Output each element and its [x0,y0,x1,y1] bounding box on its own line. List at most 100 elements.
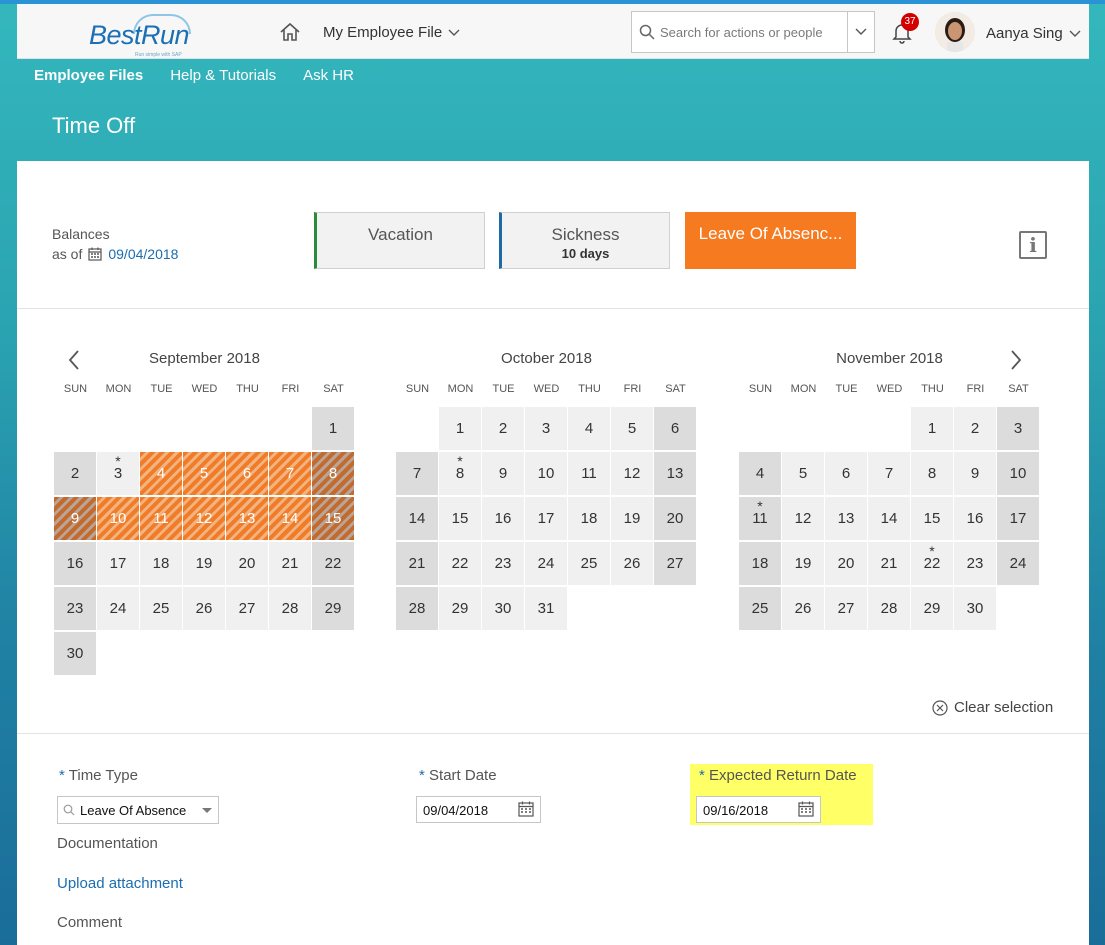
clear-selection-button[interactable]: Clear selection [932,699,1053,716]
calendar-day-cell[interactable]: 26 [183,587,225,630]
calendar-day-cell[interactable]: 7 [269,452,311,495]
calendar-day-cell[interactable]: 2 [954,407,996,450]
calendar-day-cell[interactable]: 4 [140,452,182,495]
calendar-day-cell[interactable]: 2 [54,452,96,495]
home-icon[interactable] [279,22,301,42]
calendar-day-cell[interactable]: 25 [739,587,781,630]
info-icon[interactable]: i [1019,231,1047,259]
start-date-field[interactable]: 09/04/2018 [416,796,541,823]
calendar-day-cell[interactable]: 16 [482,497,524,540]
calendar-day-cell[interactable]: 22 [439,542,481,585]
calendar-day-cell[interactable]: 29 [312,587,354,630]
nav-ask-hr[interactable]: Ask HR [303,67,354,84]
calendar-day-cell[interactable]: 31 [525,587,567,630]
calendar-day-cell[interactable]: 30 [482,587,524,630]
calendar-day-cell[interactable]: 13 [825,497,867,540]
calendar-day-cell[interactable]: 9 [54,497,96,540]
tile-leave-of-absence[interactable]: Leave Of Absenc... [685,212,856,269]
calendar-day-cell[interactable]: 3 [997,407,1039,450]
calendar-day-cell[interactable]: 24 [997,542,1039,585]
user-menu[interactable]: Aanya Sing [986,25,1081,42]
calendar-day-cell[interactable]: 27 [226,587,268,630]
calendar-day-cell[interactable]: 26 [782,587,824,630]
calendar-day-cell[interactable]: 17 [997,497,1039,540]
calendar-day-cell[interactable]: 18 [140,542,182,585]
calendar-icon[interactable] [88,247,102,261]
calendar-day-cell[interactable]: 29 [911,587,953,630]
calendar-day-cell[interactable]: 28 [396,587,438,630]
calendar-day-cell[interactable]: 5 [611,407,653,450]
calendar-day-cell[interactable]: 11 * [739,497,781,540]
calendar-day-cell[interactable]: 19 [183,542,225,585]
calendar-day-cell[interactable]: 6 [654,407,696,450]
calendar-day-cell[interactable]: 20 [825,542,867,585]
calendar-day-cell[interactable]: 23 [54,587,96,630]
calendar-day-cell[interactable]: 1 [439,407,481,450]
calendar-day-cell[interactable]: 5 [782,452,824,495]
calendar-day-cell[interactable]: 24 [525,542,567,585]
calendar-day-cell[interactable]: 14 [868,497,910,540]
calendar-day-cell[interactable]: 29 [439,587,481,630]
calendar-day-cell[interactable]: 23 [482,542,524,585]
calendar-day-cell[interactable]: 30 [954,587,996,630]
calendar-day-cell[interactable]: 15 [439,497,481,540]
calendar-day-cell[interactable]: 9 [954,452,996,495]
employee-file-menu[interactable]: My Employee File [323,24,460,41]
calendar-day-cell[interactable]: 5 [183,452,225,495]
calendar-day-cell[interactable]: 10 [525,452,567,495]
tile-vacation[interactable]: Vacation [314,212,485,269]
calendar-day-cell[interactable]: 25 [568,542,610,585]
calendar-day-cell[interactable]: 17 [525,497,567,540]
calendar-icon[interactable] [798,801,814,817]
calendar-day-cell[interactable]: 17 [97,542,139,585]
calendar-day-cell[interactable]: 8 [312,452,354,495]
calendar-day-cell[interactable]: 24 [97,587,139,630]
calendar-day-cell[interactable]: 10 [97,497,139,540]
calendar-day-cell[interactable]: 18 [568,497,610,540]
calendar-day-cell[interactable]: 26 [611,542,653,585]
calendar-day-cell[interactable]: 4 [739,452,781,495]
calendar-day-cell[interactable]: 14 [396,497,438,540]
calendar-day-cell[interactable]: 7 [868,452,910,495]
calendar-day-cell[interactable]: 6 [825,452,867,495]
return-date-field[interactable]: 09/16/2018 [696,796,821,823]
calendar-day-cell[interactable]: 21 [396,542,438,585]
calendar-day-cell[interactable]: 1 [312,407,354,450]
calendar-day-cell[interactable]: 21 [269,542,311,585]
tile-sickness[interactable]: Sickness 10 days [499,212,670,269]
calendar-day-cell[interactable]: 11 [140,497,182,540]
calendar-day-cell[interactable]: 6 [226,452,268,495]
calendar-day-cell[interactable]: 3 * [97,452,139,495]
calendar-day-cell[interactable]: 20 [226,542,268,585]
calendar-day-cell[interactable]: 12 [782,497,824,540]
calendar-day-cell[interactable]: 15 [312,497,354,540]
calendar-day-cell[interactable]: 20 [654,497,696,540]
calendar-day-cell[interactable]: 27 [825,587,867,630]
calendar-icon[interactable] [518,801,534,817]
user-avatar[interactable] [935,12,975,52]
calendar-day-cell[interactable]: 13 [654,452,696,495]
calendar-day-cell[interactable]: 16 [54,542,96,585]
calendar-day-cell[interactable]: 23 [954,542,996,585]
company-logo[interactable]: BestRun Run simple with SAP [89,14,199,58]
search-scope-dropdown[interactable] [847,12,874,52]
calendar-day-cell[interactable]: 8 * [439,452,481,495]
calendar-day-cell[interactable]: 19 [782,542,824,585]
upload-attachment-link[interactable]: Upload attachment [57,875,183,892]
nav-employee-files[interactable]: Employee Files [34,67,143,84]
calendar-day-cell[interactable]: 14 [269,497,311,540]
calendar-day-cell[interactable]: 8 [911,452,953,495]
calendar-day-cell[interactable]: 9 [482,452,524,495]
nav-help-tutorials[interactable]: Help & Tutorials [170,67,276,84]
calendar-day-cell[interactable]: 1 [911,407,953,450]
calendar-day-cell[interactable]: 19 [611,497,653,540]
calendar-day-cell[interactable]: 11 [568,452,610,495]
calendar-day-cell[interactable]: 21 [868,542,910,585]
calendar-day-cell[interactable]: 27 [654,542,696,585]
balances-date[interactable]: 09/04/2018 [108,244,178,264]
calendar-day-cell[interactable]: 7 [396,452,438,495]
calendar-day-cell[interactable]: 12 [611,452,653,495]
calendar-day-cell[interactable]: 2 [482,407,524,450]
calendar-day-cell[interactable]: 28 [868,587,910,630]
calendar-day-cell[interactable]: 16 [954,497,996,540]
